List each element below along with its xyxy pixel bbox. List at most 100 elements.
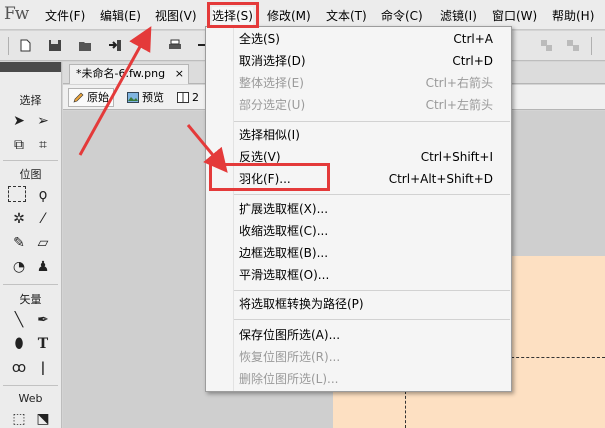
menu-item-label: 收缩选取框(C)... <box>239 224 329 238</box>
document-tab-label: *未命名-6.fw.png <box>76 67 166 80</box>
ellipse-tool-icon[interactable]: ⬮ <box>10 335 28 353</box>
tools-divider <box>3 160 58 161</box>
scale-tool-icon[interactable]: ⧉ <box>10 136 28 154</box>
menu-item-label: 选择相似(I) <box>239 128 300 142</box>
menu-item-label: 平滑选取框(O)... <box>239 268 330 282</box>
import-icon[interactable] <box>108 39 122 52</box>
menu-item-label: 扩展选取框(X)... <box>239 202 329 216</box>
tools-section-vector: 矢量 <box>19 293 42 306</box>
select-menu-dropdown: 全选(S) Ctrl+A 取消选择(D) Ctrl+D 整体选择(E) Ctrl… <box>205 26 512 392</box>
blur-tool-icon[interactable]: ◔ <box>10 258 28 276</box>
highlight-box-select-menu <box>207 2 259 28</box>
export-icon[interactable] <box>138 39 152 52</box>
stamp-tool-icon[interactable]: ♟ <box>34 258 52 276</box>
menu-item-shortcut: Ctrl+Alt+Shift+D <box>388 172 493 186</box>
open-folder-icon[interactable] <box>78 39 92 52</box>
menu-item-subselect[interactable]: 部分选定(U) Ctrl+左箭头 <box>206 94 511 116</box>
menu-view[interactable]: 视图(V) <box>155 7 197 25</box>
view-2up-label: 2 <box>192 91 199 104</box>
menu-item-contract-marquee[interactable]: 收缩选取框(C)... <box>206 220 511 242</box>
pencil-tool-icon[interactable]: ✎ <box>10 234 28 252</box>
menu-item-border-marquee[interactable]: 边框选取框(B)... <box>206 242 511 264</box>
menu-item-save-bitmap-selection[interactable]: 保存位图所选(A)... <box>206 324 511 346</box>
menu-item-delete-bitmap-selection[interactable]: 删除位图所选(L)... <box>206 368 511 390</box>
image-preview-icon <box>127 92 139 103</box>
menu-item-shortcut: Ctrl+A <box>453 32 493 46</box>
close-icon[interactable]: × <box>175 65 184 83</box>
toolbar-separator <box>591 37 592 55</box>
menu-item-convert-marquee-to-path[interactable]: 将选取框转换为路径(P) <box>206 293 511 315</box>
new-document-icon[interactable] <box>18 39 32 52</box>
toolbar-separator <box>8 37 9 55</box>
menu-commands[interactable]: 命令(C) <box>381 7 423 25</box>
menu-item-label: 保存位图所选(A)... <box>239 328 341 342</box>
ungroup-icon[interactable] <box>566 39 580 52</box>
tools-section-select: 选择 <box>19 94 42 107</box>
group-icon[interactable] <box>540 39 554 52</box>
menu-item-deselect[interactable]: 取消选择(D) Ctrl+D <box>206 50 511 72</box>
view-original-label: 原始 <box>87 91 109 104</box>
menu-file[interactable]: 文件(F) <box>45 7 85 25</box>
marquee-tool-icon[interactable] <box>8 186 26 202</box>
pencil-icon <box>73 92 84 103</box>
slice-tool-icon[interactable]: ⬔ <box>34 410 52 428</box>
tools-section-bitmap: 位图 <box>19 168 42 181</box>
menu-item-select-all[interactable]: 全选(S) Ctrl+A <box>206 28 511 50</box>
subselect-tool-icon[interactable]: ➢ <box>34 112 52 130</box>
view-original-button[interactable]: 原始 <box>68 88 114 107</box>
menu-item-label: 边框选取框(B)... <box>239 246 329 260</box>
magic-wand-tool-icon[interactable]: ✲ <box>10 210 28 228</box>
tools-section-web: Web <box>18 392 43 405</box>
menu-help[interactable]: 帮助(H) <box>552 7 594 25</box>
menu-item-label: 整体选择(E) <box>239 76 304 90</box>
menu-item-label: 将选取框转换为路径(P) <box>239 297 364 311</box>
menu-separator <box>234 319 510 320</box>
document-tab[interactable]: *未命名-6.fw.png × <box>69 64 189 84</box>
app-logo: Fw <box>4 4 29 24</box>
pen-tool-icon[interactable]: ✒ <box>34 311 52 329</box>
menu-item-superselect[interactable]: 整体选择(E) Ctrl+右箭头 <box>206 72 511 94</box>
menu-item-expand-marquee[interactable]: 扩展选取框(X)... <box>206 198 511 220</box>
menu-modify[interactable]: 修改(M) <box>267 7 311 25</box>
text-tool-icon[interactable]: T <box>34 335 52 353</box>
menu-item-label: 部分选定(U) <box>239 98 306 112</box>
menu-item-label: 全选(S) <box>239 32 280 46</box>
menu-item-label: 取消选择(D) <box>239 54 306 68</box>
menu-window[interactable]: 窗口(W) <box>492 7 537 25</box>
eraser-tool-icon[interactable]: ▱ <box>34 234 52 252</box>
save-icon[interactable] <box>48 39 62 52</box>
tools-divider <box>3 385 58 386</box>
menu-item-label: 删除位图所选(L)... <box>239 372 339 386</box>
freeform-tool-icon[interactable]: ꝏ <box>10 359 28 377</box>
tools-panel: 选择 ➤ ➢ ⧉ ⌗ 位图 ϙ ✲ ⁄ ✎ ▱ ◔ ♟ 矢量 ╲ ✒ ⬮ T ꝏ… <box>0 62 62 428</box>
tools-panel-header <box>0 62 61 72</box>
menu-item-restore-bitmap-selection[interactable]: 恢复位图所选(R)... <box>206 346 511 368</box>
menu-text[interactable]: 文本(T) <box>326 7 367 25</box>
menu-filters[interactable]: 滤镜(I) <box>440 7 477 25</box>
highlight-box-feather-item <box>209 163 330 191</box>
two-up-icon <box>177 92 189 103</box>
menu-edit[interactable]: 编辑(E) <box>100 7 141 25</box>
hotspot-tool-icon[interactable]: ⬚ <box>10 410 28 428</box>
menu-item-label: 恢复位图所选(R)... <box>239 350 341 364</box>
lasso-tool-icon[interactable]: ϙ <box>34 186 52 204</box>
crop-tool-icon[interactable]: ⌗ <box>34 136 52 154</box>
view-preview-label: 预览 <box>142 91 164 104</box>
menu-item-shortcut: Ctrl+左箭头 <box>425 98 493 112</box>
view-2up-button[interactable]: 2 <box>173 88 204 107</box>
menu-item-select-similar[interactable]: 选择相似(I) <box>206 124 511 146</box>
line-tool-icon[interactable]: ╲ <box>10 311 28 329</box>
menu-separator <box>234 121 510 122</box>
menu-item-shortcut: Ctrl+D <box>452 54 493 68</box>
view-preview-button[interactable]: 预览 <box>123 88 169 107</box>
menu-item-shortcut: Ctrl+右箭头 <box>425 76 493 90</box>
print-icon[interactable] <box>168 39 182 52</box>
menu-item-shortcut: Ctrl+Shift+I <box>420 150 493 164</box>
menu-separator <box>234 194 510 195</box>
pointer-tool-icon[interactable]: ➤ <box>10 112 28 130</box>
menu-separator <box>234 290 510 291</box>
menu-item-smooth-marquee[interactable]: 平滑选取框(O)... <box>206 264 511 286</box>
tools-divider <box>3 284 58 285</box>
brush-tool-icon[interactable]: ⁄ <box>34 210 52 228</box>
knife-tool-icon[interactable]: ǀ <box>34 359 52 377</box>
